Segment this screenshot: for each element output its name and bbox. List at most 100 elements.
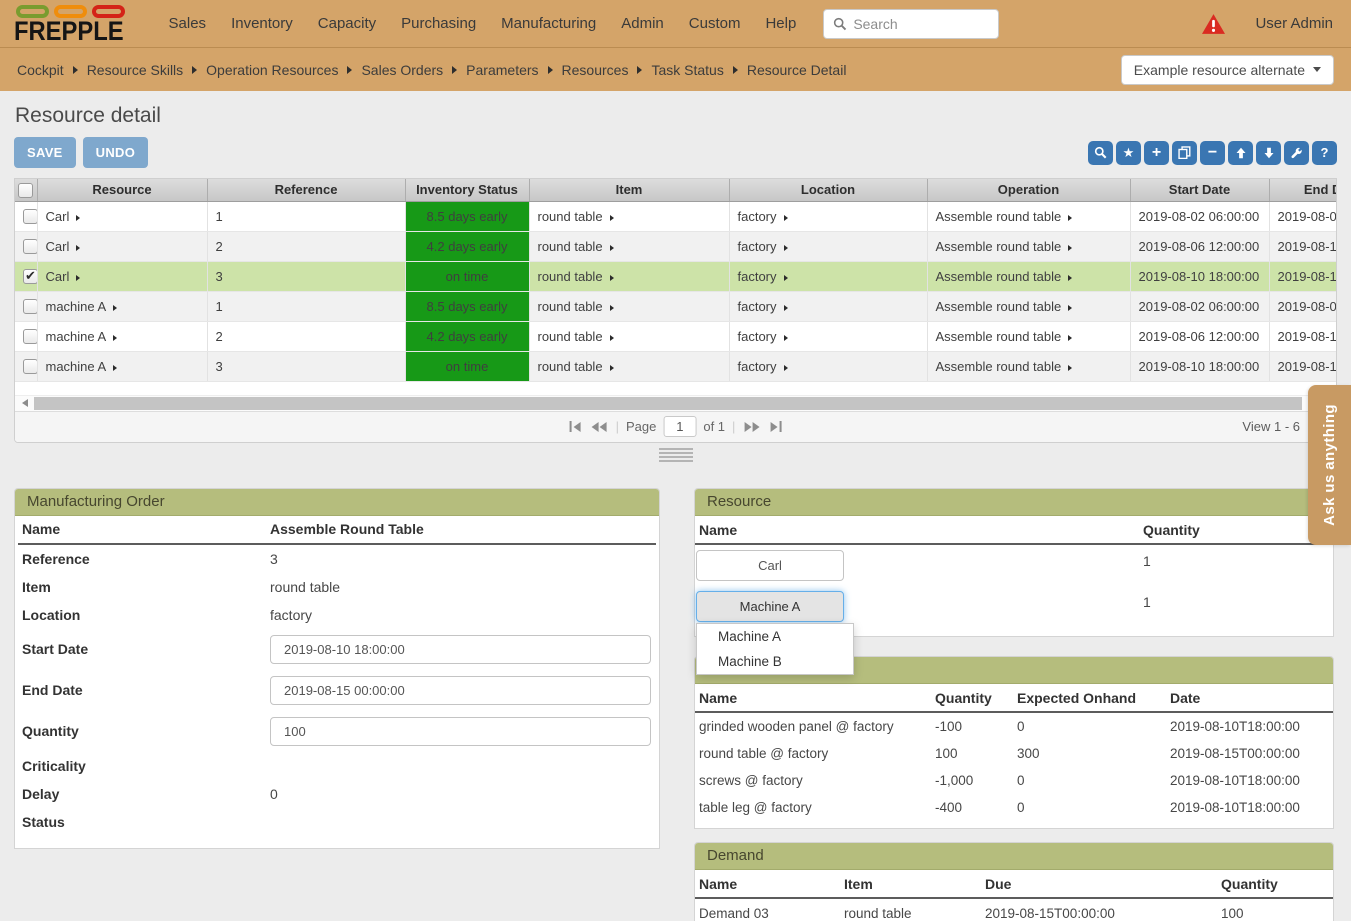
- context-caret-icon[interactable]: [1068, 335, 1072, 341]
- cell-item[interactable]: round table: [538, 329, 603, 344]
- cell-operation[interactable]: Assemble round table: [936, 329, 1062, 344]
- delete-row-button[interactable]: −: [1200, 141, 1225, 165]
- cell-item[interactable]: round table: [538, 239, 603, 254]
- cell-resource[interactable]: Carl: [46, 269, 70, 284]
- select-all-checkbox[interactable]: [18, 183, 33, 198]
- row-checkbox-checked[interactable]: [23, 269, 37, 284]
- context-caret-icon[interactable]: [784, 365, 788, 371]
- table-row[interactable]: machine A 3 on time round table factory …: [15, 351, 1336, 381]
- context-caret-icon[interactable]: [610, 245, 614, 251]
- context-caret-icon[interactable]: [113, 335, 117, 341]
- cell-location[interactable]: factory: [738, 299, 777, 314]
- favorite-button[interactable]: ★: [1116, 141, 1141, 165]
- breadcrumb-resource-skills[interactable]: Resource Skills: [87, 62, 183, 78]
- context-caret-icon[interactable]: [1068, 305, 1072, 311]
- menu-item-custom[interactable]: Custom: [689, 15, 741, 32]
- breadcrumb-task-status[interactable]: Task Status: [651, 62, 723, 78]
- cell-resource[interactable]: machine A: [46, 299, 107, 314]
- customize-button[interactable]: [1284, 141, 1309, 165]
- copy-row-button[interactable]: [1172, 141, 1197, 165]
- col-header-item[interactable]: Item: [529, 179, 729, 201]
- menu-item-purchasing[interactable]: Purchasing: [401, 15, 476, 32]
- save-button[interactable]: SAVE: [14, 137, 76, 168]
- undo-button[interactable]: UNDO: [83, 137, 148, 168]
- col-header-inventory-status[interactable]: Inventory Status: [405, 179, 529, 201]
- user-menu[interactable]: User Admin: [1255, 15, 1333, 32]
- row-checkbox[interactable]: [23, 209, 37, 224]
- mo-start-date-input[interactable]: [270, 635, 651, 664]
- cell-location[interactable]: factory: [738, 329, 777, 344]
- row-checkbox[interactable]: [23, 359, 37, 374]
- resize-handle[interactable]: [659, 448, 693, 462]
- page-number-input[interactable]: [663, 416, 696, 437]
- context-caret-icon[interactable]: [76, 275, 80, 281]
- mo-end-date-input[interactable]: [270, 676, 651, 705]
- cell-operation[interactable]: Assemble round table: [936, 209, 1062, 224]
- cell-operation[interactable]: Assemble round table: [936, 239, 1062, 254]
- scrollbar-thumb[interactable]: [34, 397, 1302, 410]
- resource-select-machine-a[interactable]: Machine A: [696, 591, 844, 622]
- first-page-button[interactable]: [567, 419, 582, 434]
- row-checkbox[interactable]: [23, 299, 37, 314]
- next-page-button[interactable]: [742, 420, 762, 434]
- context-caret-icon[interactable]: [610, 335, 614, 341]
- row-checkbox[interactable]: [23, 239, 37, 254]
- table-row[interactable]: Carl 1 8.5 days early round table factor…: [15, 201, 1336, 231]
- cell-operation[interactable]: Assemble round table: [936, 299, 1062, 314]
- menu-item-help[interactable]: Help: [765, 15, 796, 32]
- context-caret-icon[interactable]: [113, 305, 117, 311]
- context-caret-icon[interactable]: [784, 335, 788, 341]
- breadcrumb-operation-resources[interactable]: Operation Resources: [206, 62, 338, 78]
- menu-item-capacity[interactable]: Capacity: [318, 15, 376, 32]
- prev-page-button[interactable]: [589, 420, 609, 434]
- scroll-left-icon[interactable]: [22, 399, 28, 407]
- cell-resource[interactable]: machine A: [46, 359, 107, 374]
- context-caret-icon[interactable]: [610, 305, 614, 311]
- cell-resource[interactable]: Carl: [46, 239, 70, 254]
- row-checkbox[interactable]: [23, 329, 37, 344]
- frepple-logo[interactable]: FREPPLE: [14, 5, 139, 44]
- context-caret-icon[interactable]: [76, 215, 80, 221]
- menu-item-inventory[interactable]: Inventory: [231, 15, 293, 32]
- cell-location[interactable]: factory: [738, 359, 777, 374]
- ask-us-anything-tab[interactable]: Ask us anything: [1308, 385, 1351, 545]
- resource-select-carl[interactable]: Carl: [696, 550, 844, 581]
- context-caret-icon[interactable]: [610, 365, 614, 371]
- menu-item-manufacturing[interactable]: Manufacturing: [501, 15, 596, 32]
- cell-resource[interactable]: Carl: [46, 209, 70, 224]
- context-caret-icon[interactable]: [784, 245, 788, 251]
- col-header-end-date[interactable]: End Date: [1269, 179, 1336, 201]
- move-down-button[interactable]: [1256, 141, 1281, 165]
- cell-resource[interactable]: machine A: [46, 329, 107, 344]
- col-header-resource[interactable]: Resource: [37, 179, 207, 201]
- mo-quantity-input[interactable]: [270, 717, 651, 746]
- context-caret-icon[interactable]: [113, 365, 117, 371]
- cell-location[interactable]: factory: [738, 239, 777, 254]
- warning-icon[interactable]: [1202, 14, 1225, 34]
- add-row-button[interactable]: +: [1144, 141, 1169, 165]
- last-page-button[interactable]: [769, 419, 784, 434]
- context-caret-icon[interactable]: [76, 245, 80, 251]
- cell-location[interactable]: factory: [738, 269, 777, 284]
- table-row-selected[interactable]: Carl 3 on time round table factory Assem…: [15, 261, 1336, 291]
- cell-operation[interactable]: Assemble round table: [936, 359, 1062, 374]
- move-up-button[interactable]: [1228, 141, 1253, 165]
- breadcrumb-resources[interactable]: Resources: [562, 62, 629, 78]
- context-caret-icon[interactable]: [1068, 215, 1072, 221]
- cell-item[interactable]: round table: [538, 269, 603, 284]
- col-header-operation[interactable]: Operation: [927, 179, 1130, 201]
- col-header-location[interactable]: Location: [729, 179, 927, 201]
- context-caret-icon[interactable]: [1068, 275, 1072, 281]
- table-row[interactable]: Carl 2 4.2 days early round table factor…: [15, 231, 1336, 261]
- cell-item[interactable]: round table: [538, 299, 603, 314]
- dropdown-option-machine-b[interactable]: Machine B: [697, 649, 853, 674]
- help-button[interactable]: ?: [1312, 141, 1337, 165]
- menu-item-sales[interactable]: Sales: [169, 15, 207, 32]
- context-caret-icon[interactable]: [784, 215, 788, 221]
- cell-operation[interactable]: Assemble round table: [936, 269, 1062, 284]
- cell-location[interactable]: factory: [738, 209, 777, 224]
- table-row[interactable]: machine A 2 4.2 days early round table f…: [15, 321, 1336, 351]
- table-row[interactable]: machine A 1 8.5 days early round table f…: [15, 291, 1336, 321]
- col-header-reference[interactable]: Reference: [207, 179, 405, 201]
- breadcrumb-sales-orders[interactable]: Sales Orders: [361, 62, 443, 78]
